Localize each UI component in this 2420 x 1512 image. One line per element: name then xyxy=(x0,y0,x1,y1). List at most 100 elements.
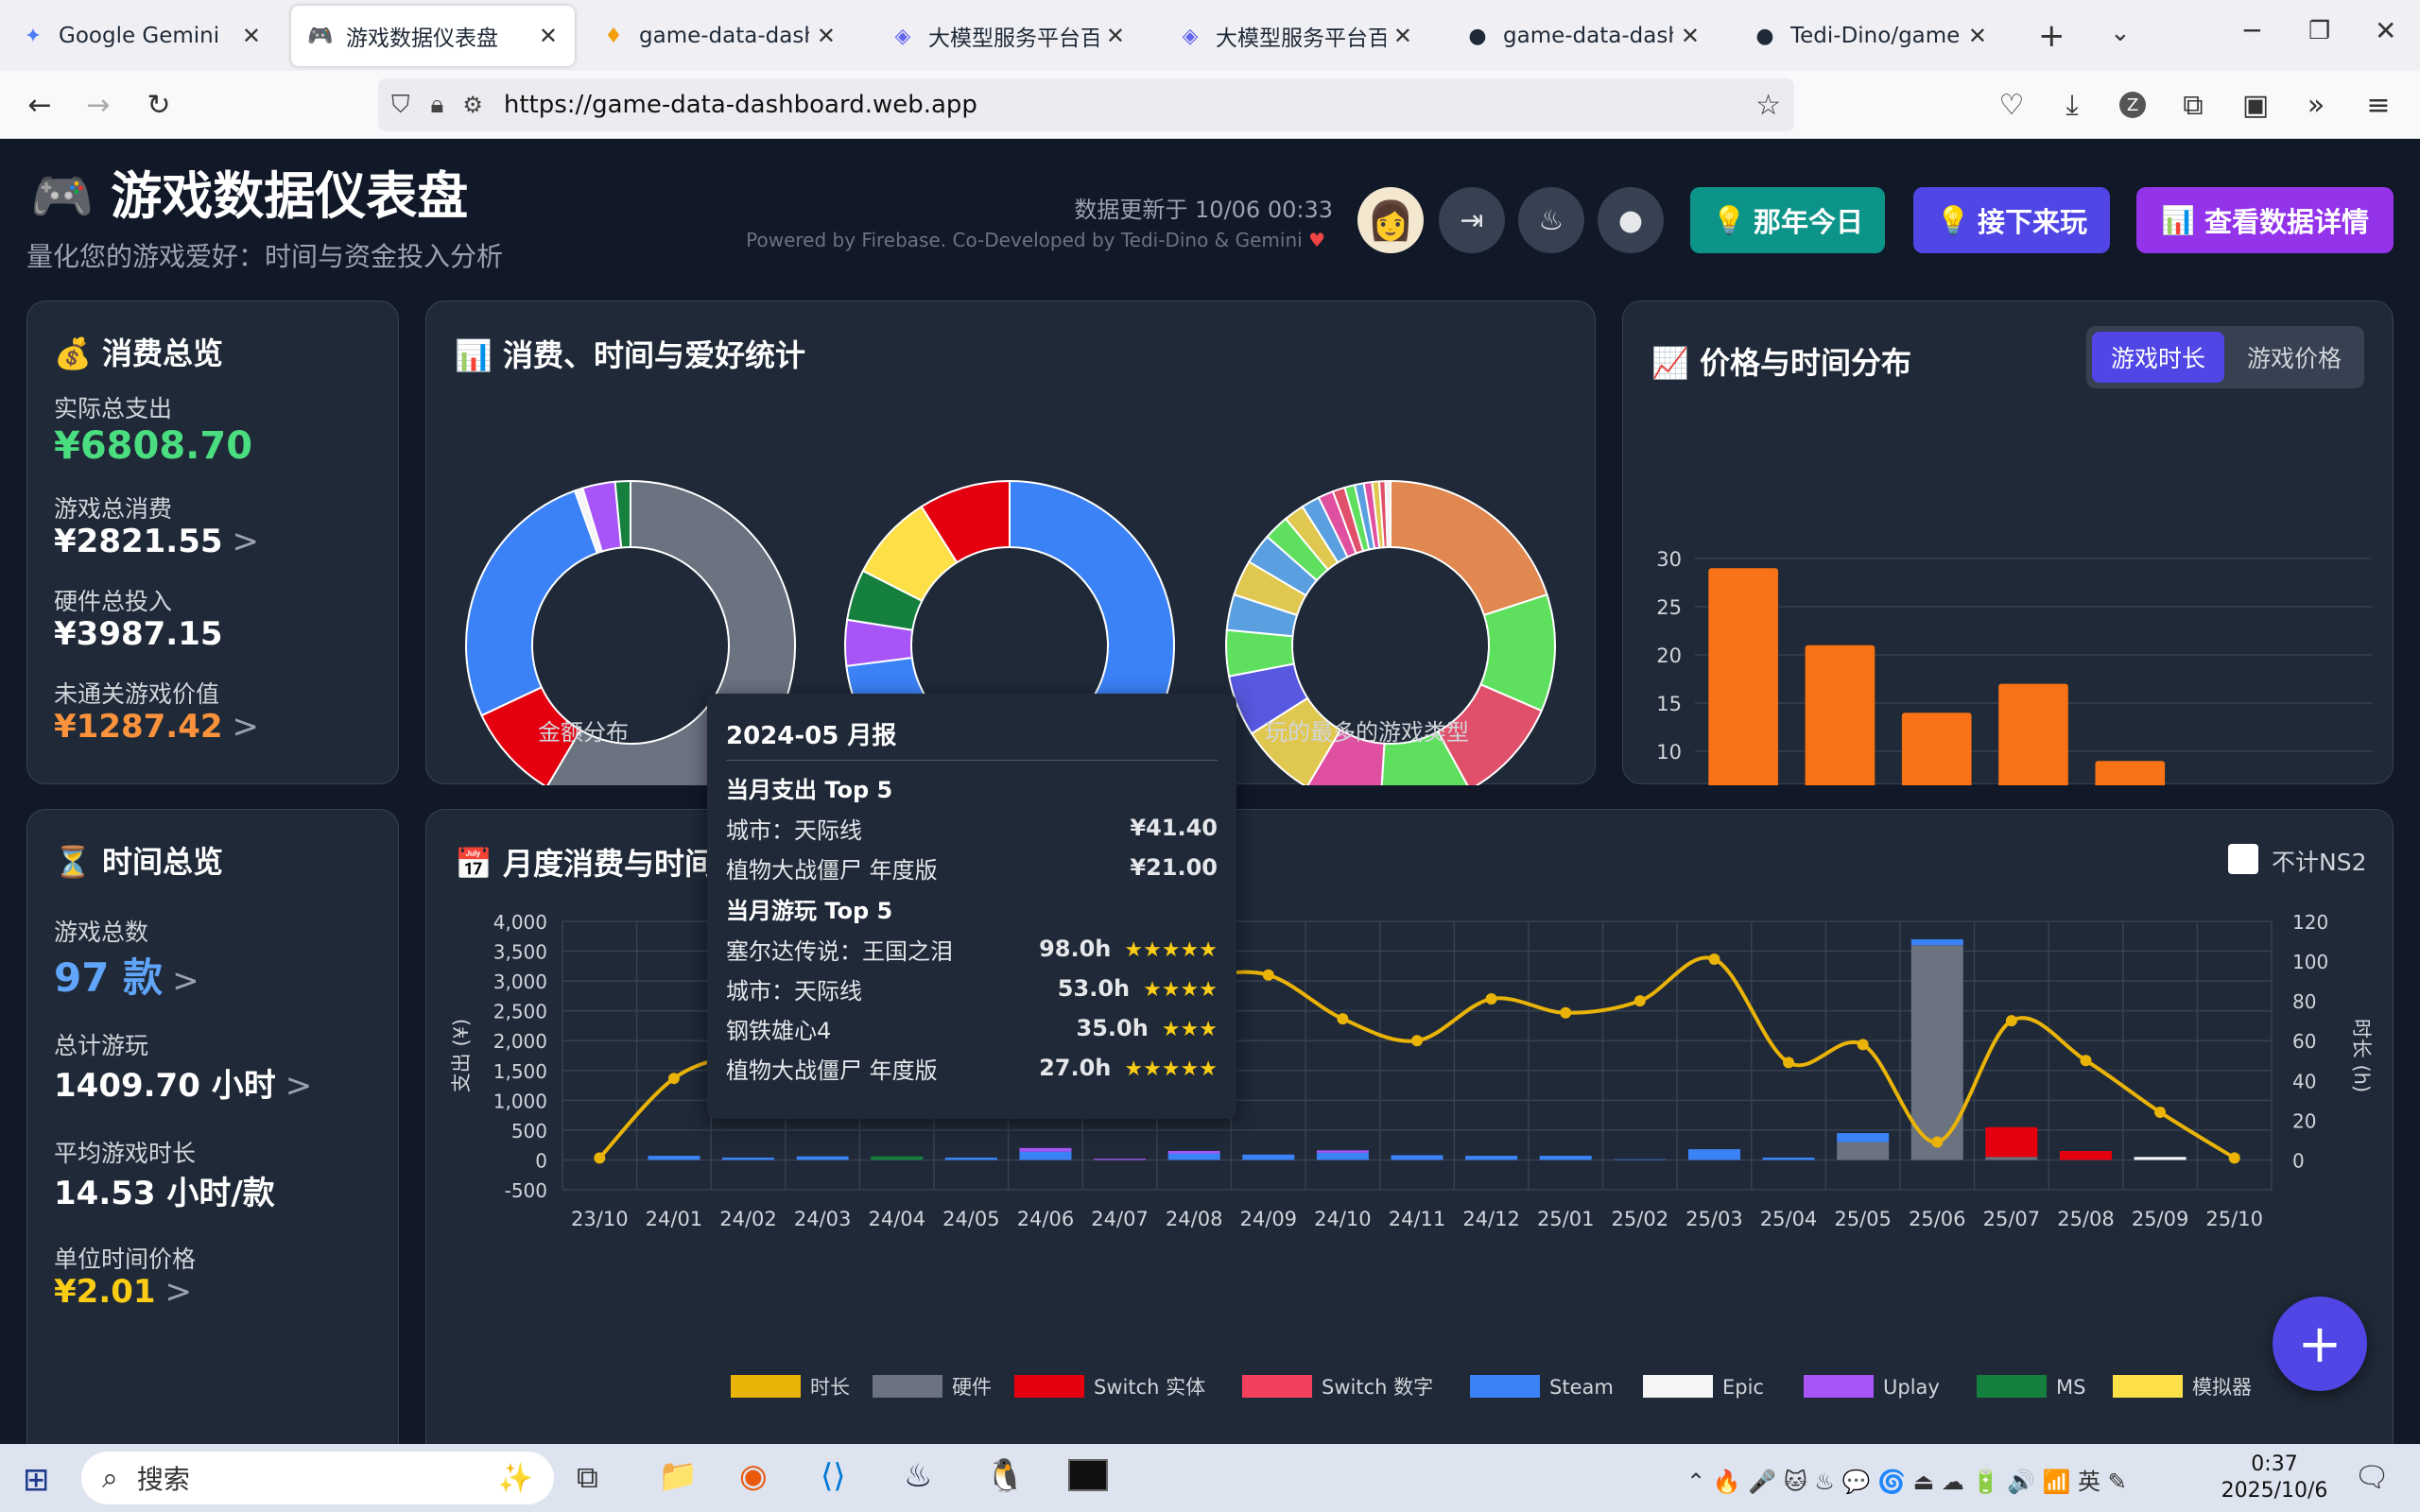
distribution-bars[interactable] xyxy=(1708,568,2358,785)
legend-swatch[interactable] xyxy=(1470,1375,1540,1398)
bar-segment[interactable] xyxy=(2134,1157,2187,1160)
unit-price-link[interactable]: ¥2.01 > xyxy=(54,1273,192,1311)
playtime-point[interactable] xyxy=(2154,1106,2167,1118)
notification-icon[interactable]: 🗨 xyxy=(2354,1461,2390,1494)
legend-swatch[interactable] xyxy=(1014,1375,1084,1398)
bar-segment[interactable] xyxy=(1837,1142,1890,1160)
tab-list-chevron-icon[interactable]: ⌄ xyxy=(2110,19,2131,47)
legend-label[interactable]: 时长 xyxy=(810,1376,850,1399)
bar-segment[interactable] xyxy=(1465,1156,1518,1160)
close-tab-icon[interactable]: ✕ xyxy=(1968,23,1987,49)
pocket-icon[interactable]: ♡ xyxy=(1991,84,2032,126)
more-tools-icon[interactable]: » xyxy=(2295,84,2337,126)
extensions-icon[interactable]: ⧉ xyxy=(2172,84,2214,126)
tab-bailian-2[interactable]: ◈ 大模型服务平台百炼 ✕ xyxy=(1161,6,1429,66)
minimize-icon[interactable]: ─ xyxy=(2244,15,2260,46)
legend-label[interactable]: Switch 实体 xyxy=(1094,1376,1205,1399)
close-tab-icon[interactable]: ✕ xyxy=(242,23,261,49)
bar-segment[interactable] xyxy=(871,1156,924,1160)
new-tab-icon[interactable]: + xyxy=(2038,17,2066,55)
game-count-link[interactable]: 97 款 > xyxy=(54,946,199,1004)
playtime-point[interactable] xyxy=(1783,1057,1795,1069)
playtime-point[interactable] xyxy=(1931,1136,1944,1148)
bar-segment[interactable] xyxy=(1167,1150,1220,1154)
bar-segment[interactable] xyxy=(1316,1152,1369,1160)
legend-label[interactable]: Epic xyxy=(1722,1376,1764,1399)
legend-swatch[interactable] xyxy=(1242,1375,1312,1398)
playtime-point[interactable] xyxy=(2005,1015,2017,1027)
playtime-point[interactable] xyxy=(1634,995,1646,1007)
bar-segment[interactable] xyxy=(1316,1150,1369,1153)
bar[interactable] xyxy=(1708,568,1778,785)
legend-label[interactable]: 模拟器 xyxy=(2192,1376,2252,1399)
playtime-point[interactable] xyxy=(667,1073,680,1085)
close-window-icon[interactable]: ✕ xyxy=(2375,15,2396,46)
system-tray-icons[interactable]: ⌃ 🔥 🎤 🐱 ♨ 💬 🌀 ⏏ ☁ 🔋 🔊 📶 英 ✎ xyxy=(1686,1463,2127,1496)
bar-segment[interactable] xyxy=(1837,1133,1890,1143)
menu-icon[interactable]: ≡ xyxy=(2358,84,2399,126)
steam-icon[interactable]: ♨ xyxy=(1518,187,1584,253)
tab-firebase[interactable]: ♦ game-data-dashboa ✕ xyxy=(584,6,853,66)
bar-segment[interactable] xyxy=(944,1157,997,1160)
tab-github-2[interactable]: ● Tedi-Dino/game-dat ✕ xyxy=(1736,6,2004,66)
bar-segment[interactable] xyxy=(1094,1159,1147,1160)
download-icon[interactable]: ⤓ xyxy=(2051,84,2093,126)
vscode-icon[interactable]: ⟨⟩ xyxy=(821,1457,846,1495)
unfinished-value-link[interactable]: ¥1287.42 > xyxy=(54,708,259,746)
logout-icon[interactable]: ⇥ xyxy=(1439,187,1505,253)
legend-label[interactable]: 硬件 xyxy=(952,1376,992,1399)
legend-label[interactable]: MS xyxy=(2056,1376,2085,1399)
bar-segment[interactable] xyxy=(1910,938,1963,946)
donut-slice[interactable] xyxy=(465,490,599,717)
url-text[interactable]: https://game-data-dashboard.web.app xyxy=(504,91,977,119)
bar-segment[interactable] xyxy=(1985,1126,2038,1158)
restore-icon[interactable]: ❐ xyxy=(2308,17,2330,45)
terminal-icon[interactable] xyxy=(1068,1459,1108,1491)
bar-segment[interactable] xyxy=(722,1157,775,1160)
monthly-legend[interactable]: 时长 硬件 Switch 实体 Switch 数字 Steam Epic Uplay MS 模拟… xyxy=(731,1375,2252,1399)
bar-segment[interactable] xyxy=(1391,1155,1443,1160)
tab-dashboard[interactable]: 🎮 游戏数据仪表盘 ✕ xyxy=(291,6,575,66)
playtime-point[interactable] xyxy=(1337,1013,1349,1025)
playtime-point[interactable] xyxy=(2228,1152,2240,1164)
bar-segment[interactable] xyxy=(1910,945,1963,1160)
bar[interactable] xyxy=(2095,761,2166,785)
legend-swatch[interactable] xyxy=(731,1375,801,1398)
legend-label[interactable]: Uplay xyxy=(1883,1376,1940,1399)
tab-gemini[interactable]: ✦ Google Gemini ✕ xyxy=(4,6,278,66)
bar-segment[interactable] xyxy=(1985,1157,2038,1160)
legend-swatch[interactable] xyxy=(1643,1375,1713,1398)
legend-swatch[interactable] xyxy=(1977,1375,2047,1398)
playtime-point[interactable] xyxy=(2080,1055,2092,1067)
bar-segment[interactable] xyxy=(1167,1153,1220,1160)
bar[interactable] xyxy=(1998,683,2068,785)
play-next-button[interactable]: 💡 接下来玩 xyxy=(1913,187,2110,253)
close-tab-icon[interactable]: ✕ xyxy=(539,23,558,49)
add-game-fab[interactable]: + xyxy=(2273,1297,2367,1391)
bar-segment[interactable] xyxy=(1019,1151,1072,1160)
bar-segment[interactable] xyxy=(1687,1149,1740,1160)
bar-segment[interactable] xyxy=(1242,1154,1295,1160)
bar-segment[interactable] xyxy=(1019,1147,1072,1152)
close-tab-icon[interactable]: ✕ xyxy=(817,23,836,49)
zotero-extension-icon[interactable]: Z xyxy=(2112,84,2153,126)
legend-label[interactable]: Steam xyxy=(1549,1376,1614,1399)
game-spend-link[interactable]: ¥2821.55 > xyxy=(54,523,259,560)
donut-slice[interactable] xyxy=(1390,479,1548,617)
bar-segment[interactable] xyxy=(2059,1150,2112,1160)
bar-segment[interactable] xyxy=(648,1156,700,1160)
playtime-point[interactable] xyxy=(1708,953,1720,965)
playtime-point[interactable] xyxy=(1560,1006,1572,1019)
playtime-point[interactable] xyxy=(1485,993,1497,1005)
bar-segment[interactable] xyxy=(796,1156,849,1160)
qq-icon[interactable]: 🐧 xyxy=(985,1457,1025,1495)
playtime-point[interactable] xyxy=(1857,1039,1869,1051)
bar[interactable] xyxy=(1805,644,1876,785)
on-this-day-button[interactable]: 💡 那年今日 xyxy=(1690,187,1885,253)
container-icon[interactable]: ▣ xyxy=(2235,84,2276,126)
playtime-point[interactable] xyxy=(1411,1035,1423,1047)
bar-segment[interactable] xyxy=(1539,1156,1592,1160)
view-details-button[interactable]: 📊 查看数据详情 xyxy=(2136,187,2394,253)
github-icon[interactable]: ● xyxy=(1598,187,1664,253)
firefox-icon[interactable]: ◉ xyxy=(739,1457,768,1495)
